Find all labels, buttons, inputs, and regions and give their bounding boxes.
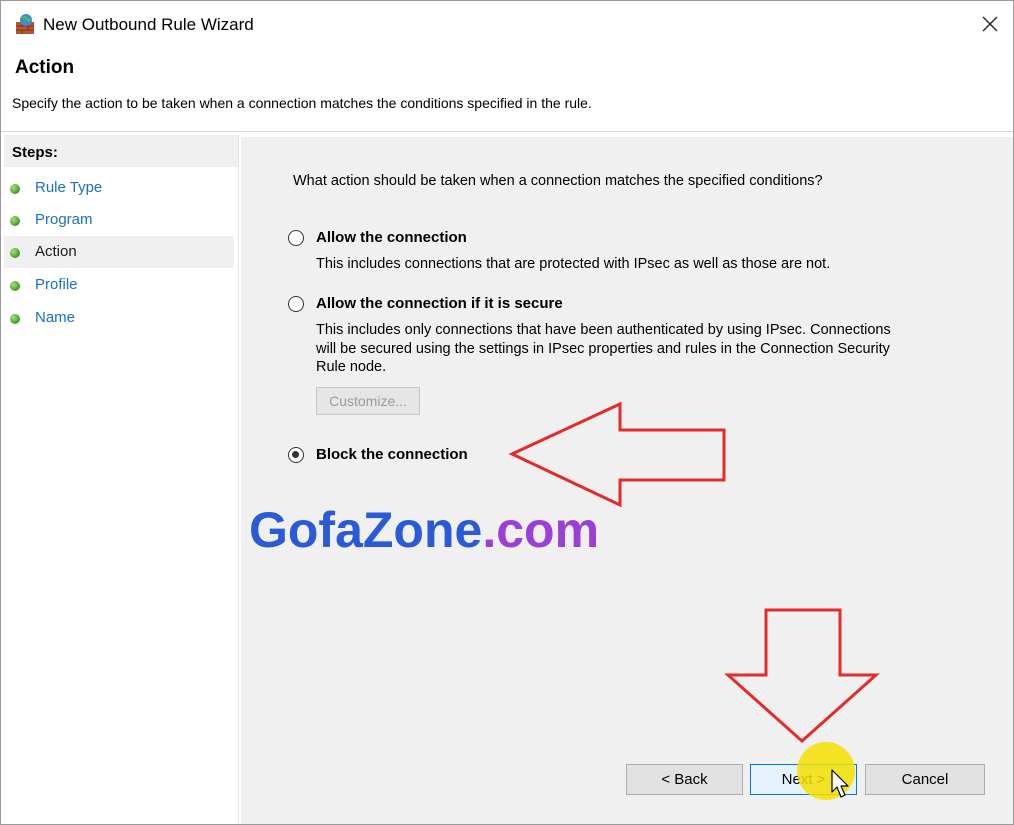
back-button[interactable]: < Back xyxy=(626,764,743,795)
next-button[interactable]: Next > xyxy=(750,764,857,795)
allow-secure-label[interactable]: Allow the connection if it is secure xyxy=(316,295,563,312)
block-label[interactable]: Block the connection xyxy=(316,446,468,463)
step-rule-type[interactable]: Rule Type xyxy=(4,172,234,204)
allow-secure-description-line-1: This includes only connections that have… xyxy=(316,322,891,338)
title-bar: New Outbound Rule Wizard xyxy=(1,1,1013,47)
step-label: Action xyxy=(35,243,77,260)
steps-panel: Steps: Rule Type Program Action Profile … xyxy=(4,135,239,824)
close-icon xyxy=(982,16,998,32)
step-status-icon xyxy=(10,184,20,194)
allow-secure-radio[interactable] xyxy=(288,295,304,312)
step-action[interactable]: Action xyxy=(4,236,234,268)
firewall-globe-icon xyxy=(15,13,35,35)
page-title: Action xyxy=(15,57,75,78)
step-status-icon xyxy=(10,248,20,258)
allow-secure-description-line-3: Rule node. xyxy=(316,359,387,375)
step-status-icon xyxy=(10,314,20,324)
header-divider xyxy=(1,131,1013,132)
option-allow[interactable]: Allow the connection xyxy=(288,229,467,246)
step-status-icon xyxy=(10,281,20,291)
watermark-main: GofaZone xyxy=(249,502,483,558)
cancel-button[interactable]: Cancel xyxy=(865,764,985,795)
allow-description: This includes connections that are prote… xyxy=(316,256,831,272)
steps-title: Steps: xyxy=(12,144,58,161)
wizard-window: New Outbound Rule Wizard Action Specify … xyxy=(0,0,1014,825)
customize-button[interactable]: Customize... xyxy=(316,387,420,415)
watermark: GofaZone.com xyxy=(249,501,599,559)
close-button[interactable] xyxy=(967,1,1013,47)
steps-header: Steps: xyxy=(4,135,238,167)
step-name[interactable]: Name xyxy=(4,302,234,334)
option-allow-secure[interactable]: Allow the connection if it is secure xyxy=(288,295,563,312)
step-program[interactable]: Program xyxy=(4,204,234,236)
page-description: Specify the action to be taken when a co… xyxy=(12,95,592,111)
action-question: What action should be taken when a conne… xyxy=(293,173,823,189)
step-status-icon xyxy=(10,216,20,226)
allow-label[interactable]: Allow the connection xyxy=(316,229,467,246)
allow-radio[interactable] xyxy=(288,229,304,246)
block-radio[interactable] xyxy=(288,446,304,463)
content-panel: What action should be taken when a conne… xyxy=(241,137,1013,824)
allow-secure-description-line-2: will be secured using the settings in IP… xyxy=(316,341,890,357)
step-label: Profile xyxy=(35,276,78,293)
step-label: Program xyxy=(35,211,93,228)
watermark-suffix: .com xyxy=(482,502,600,558)
step-label: Rule Type xyxy=(35,179,103,196)
window-title: New Outbound Rule Wizard xyxy=(43,15,254,34)
step-profile[interactable]: Profile xyxy=(4,269,234,301)
step-label: Name xyxy=(35,309,76,326)
option-block[interactable]: Block the connection xyxy=(288,446,468,463)
